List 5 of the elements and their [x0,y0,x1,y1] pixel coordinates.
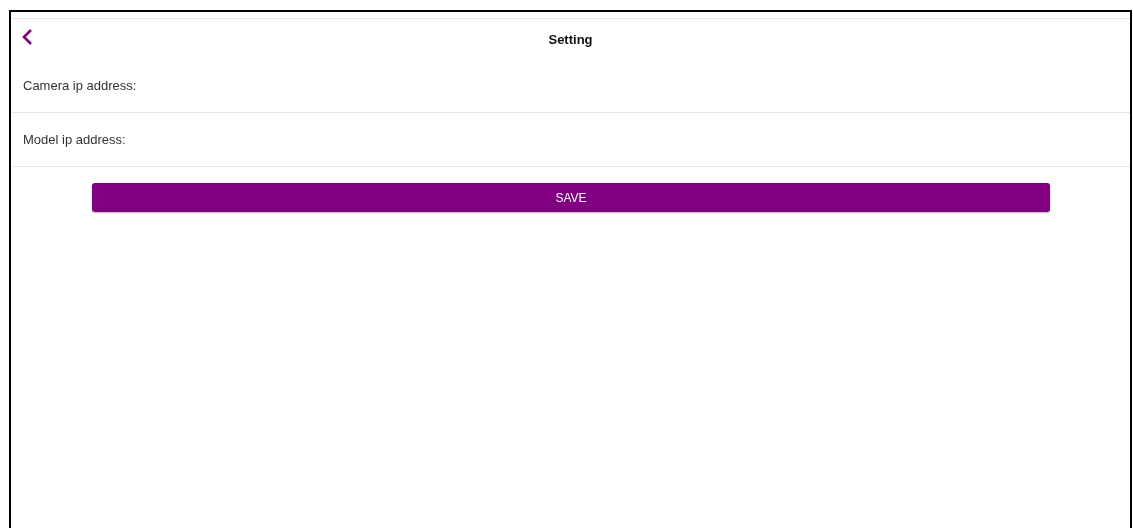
page-title: Setting [548,31,593,47]
field-label: Camera ip address: [23,78,137,93]
field-label: Model ip address: [23,132,126,147]
back-icon [21,28,33,46]
save-button[interactable]: SAVE [92,183,1050,212]
